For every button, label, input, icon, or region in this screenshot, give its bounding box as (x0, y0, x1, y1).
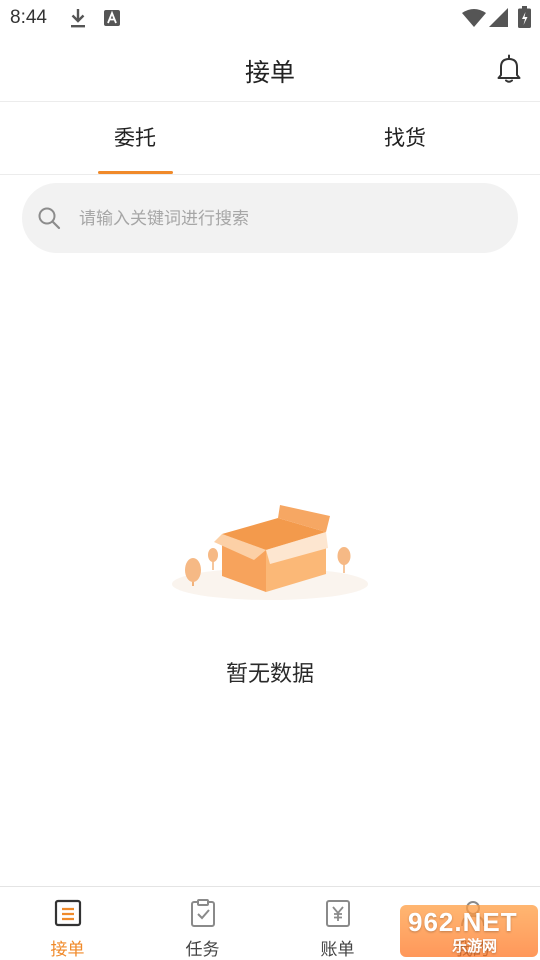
nav-item-bills[interactable]: 账单 (270, 887, 405, 960)
nav-item-orders[interactable]: 接单 (0, 887, 135, 960)
tab-find-goods[interactable]: 找货 (270, 102, 540, 174)
empty-box-illustration (170, 500, 370, 610)
nav-item-tasks[interactable]: 任务 (135, 887, 270, 960)
nav-label-tasks: 任务 (185, 940, 220, 960)
nav-label-bills: 账单 (320, 940, 355, 960)
tab-bar: 委托 找货 (0, 102, 540, 175)
bill-yen-icon (324, 899, 352, 927)
order-list-icon (54, 899, 82, 927)
download-icon (69, 7, 87, 33)
search-icon (37, 206, 61, 230)
site-watermark: 962.NET 乐游网 (400, 905, 538, 957)
battery-icon (518, 6, 531, 32)
signal-icon (489, 8, 509, 32)
watermark-sub-text: 乐游网 (452, 937, 498, 955)
search-bar[interactable] (22, 183, 518, 255)
nav-label-orders: 接单 (50, 940, 85, 960)
wifi-icon (462, 8, 486, 32)
search-input[interactable] (77, 183, 501, 255)
watermark-main-text: 962.NET (408, 907, 518, 937)
status-time: 8:44 (10, 7, 47, 28)
task-clipboard-icon (189, 899, 217, 927)
app-screen: 8:44 接单 委托 找货 请输入关键词进行搜索 暂无数据 接单 任务 账单 9… (0, 0, 540, 960)
status-bar: 8:44 (0, 0, 540, 36)
app-notification-icon (103, 9, 121, 31)
tab-entrust[interactable]: 委托 (0, 102, 270, 174)
app-header: 接单 (0, 36, 540, 102)
bell-icon[interactable] (496, 54, 522, 84)
page-title: 接单 (244, 58, 295, 87)
active-tab-indicator (98, 171, 173, 174)
empty-message: 暂无数据 (225, 662, 314, 687)
